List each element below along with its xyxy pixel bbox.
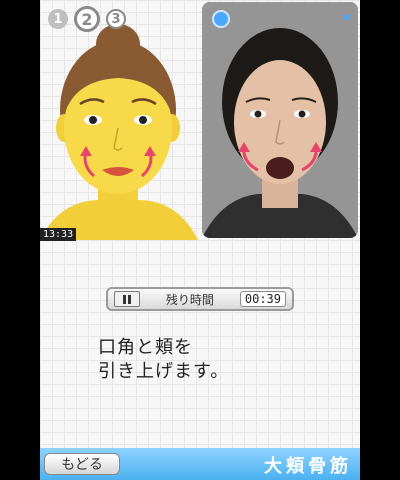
exercise-instruction: 口角と頬を 引き上げます。 [98, 336, 328, 384]
pause-icon-bar-right [128, 294, 131, 304]
clock-display: 13:33 [40, 228, 77, 241]
back-button[interactable]: もどる [44, 453, 120, 475]
camera-face-photo [202, 2, 358, 238]
muscle-title: 大頬骨筋 [264, 456, 352, 477]
step-1: 1 [48, 9, 68, 29]
pause-icon-bar-left [123, 294, 126, 304]
step-2-current: 2 [74, 6, 100, 32]
camera-status-icon [212, 10, 230, 28]
remaining-time-bar: 残り時間 00:39 [106, 287, 294, 311]
remaining-time-label: 残り時間 [165, 292, 214, 307]
recording-indicator-icon [344, 14, 350, 20]
pause-button[interactable] [114, 291, 140, 307]
camera-preview [202, 2, 358, 238]
remaining-time-value: 00:39 [239, 291, 286, 307]
exercise-screen: 1 2 3 13:33 残り時間 00:39 口角と頬を 引き上げます。 もどる… [40, 0, 360, 480]
face-illustration [40, 24, 198, 240]
step-3: 3 [106, 9, 126, 29]
step-indicator: 1 2 3 [48, 6, 126, 32]
instruction-line-1: 口角と頬を [98, 337, 193, 358]
bottom-bar: もどる 大頬骨筋 [40, 448, 360, 480]
instruction-line-2: 引き上げます。 [98, 361, 230, 382]
